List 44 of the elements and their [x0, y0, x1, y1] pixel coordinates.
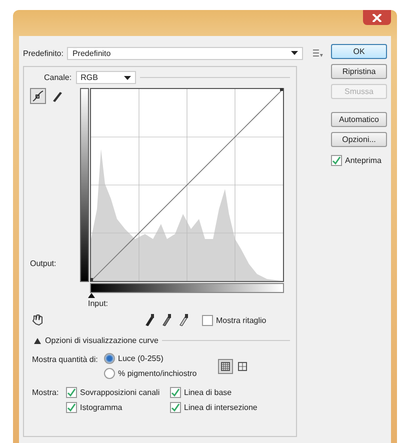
radio-button[interactable]: [104, 368, 115, 379]
collapse-arrow-icon[interactable]: [34, 338, 41, 344]
show-label: Mostra:: [32, 387, 60, 397]
eyedropper-icon[interactable]: [179, 314, 188, 326]
eyedropper-icon[interactable]: [162, 314, 171, 326]
grid-toggle-button[interactable]: [218, 359, 233, 374]
show-clipping-label: Mostra ritaglio: [216, 316, 266, 324]
show-clipping-checkbox[interactable]: [202, 314, 213, 326]
output-label: Output:: [30, 259, 58, 268]
close-button[interactable]: [363, 10, 391, 25]
dropdown-caret-icon: [291, 51, 298, 55]
preset-label: Predefinito:: [23, 48, 64, 58]
preset-menu-icon[interactable]: [313, 49, 323, 57]
dialog-button[interactable]: Opzioni...: [331, 132, 387, 147]
radio-label: % pigmento/inchiostro: [118, 369, 197, 378]
input-slider-handle[interactable]: [88, 293, 95, 298]
dialog-button[interactable]: Automatico: [331, 112, 387, 127]
dropdown-caret-icon: [124, 76, 131, 80]
dialog-button[interactable]: Ripristina: [331, 64, 387, 79]
preview-label: Anteprima: [345, 156, 382, 165]
checkbox-label: Linea di intersezione: [184, 403, 258, 412]
preset-dropdown[interactable]: Predefinito: [67, 46, 304, 60]
amount-label: Mostra quantità di:: [32, 354, 99, 364]
channel-label: Canale:: [44, 73, 72, 82]
dialog-button[interactable]: OK: [331, 44, 387, 59]
close-icon: [372, 14, 382, 22]
curve-points-tool[interactable]: [30, 88, 46, 104]
checkbox[interactable]: [66, 402, 77, 413]
checkbox-label: Linea di base: [184, 388, 232, 397]
checkbox[interactable]: [170, 402, 181, 413]
checkbox[interactable]: [66, 387, 77, 398]
checkbox-label: Sovrapposizioni canali: [80, 388, 160, 397]
checkbox-label: Istogramma: [80, 403, 122, 412]
radio-button[interactable]: [104, 353, 115, 364]
curve-graph[interactable]: [90, 88, 284, 282]
radio-label: Luce (0-255): [118, 354, 164, 363]
eyedropper-icon[interactable]: [145, 314, 154, 326]
checkbox[interactable]: [170, 387, 181, 398]
section-title: Opzioni di visualizzazione curve: [45, 336, 158, 345]
channel-dropdown[interactable]: RGB: [76, 71, 136, 84]
hand-adjust-icon[interactable]: [32, 314, 45, 326]
input-label: Input:: [88, 299, 108, 308]
preview-checkbox[interactable]: [331, 155, 342, 166]
grid-toggle-button[interactable]: [235, 359, 250, 374]
